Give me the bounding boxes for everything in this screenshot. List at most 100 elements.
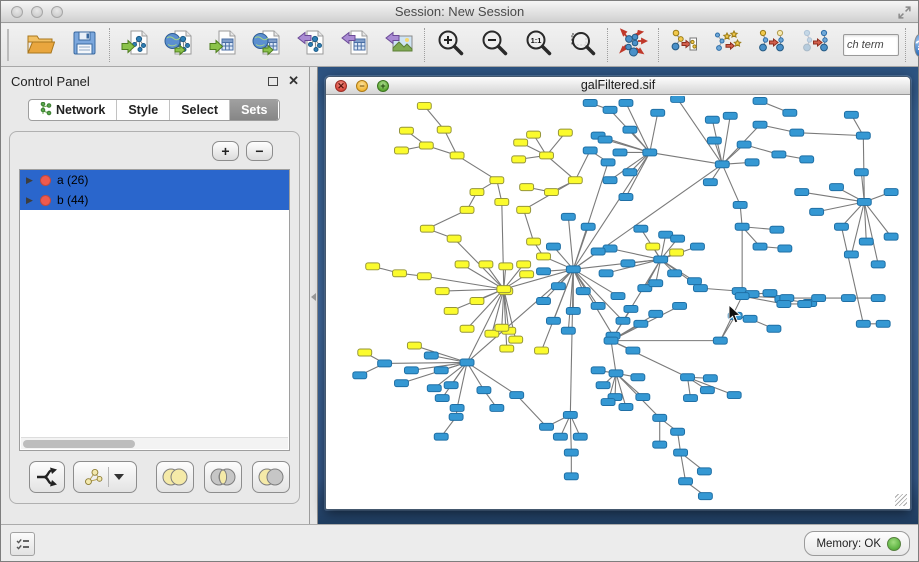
apply-preferred-layout-icon xyxy=(618,28,648,63)
tab-sets[interactable]: Sets xyxy=(230,100,278,120)
zoom-out-button[interactable] xyxy=(476,27,512,63)
graph-node xyxy=(517,206,531,213)
sets-actions xyxy=(10,459,299,495)
graph-node xyxy=(753,121,767,128)
frame-maximize-icon[interactable]: + xyxy=(377,80,389,92)
new-network-selected-nodes-all-edges-button[interactable] xyxy=(754,27,790,63)
graph-node xyxy=(810,208,824,215)
graph-node xyxy=(631,374,645,381)
graph-node xyxy=(684,395,698,402)
new-network-from-selection-file-button[interactable] xyxy=(666,27,702,63)
split-sets-button[interactable] xyxy=(29,461,65,493)
fullscreen-icon[interactable] xyxy=(897,5,912,20)
network-graph[interactable] xyxy=(327,96,909,508)
tab-style[interactable]: Style xyxy=(117,100,170,120)
graph-node xyxy=(404,367,418,374)
tab-select[interactable]: Select xyxy=(170,100,230,120)
zoom-fit-selected-button[interactable] xyxy=(564,27,600,63)
graph-node xyxy=(812,295,826,302)
save-session-button[interactable] xyxy=(66,27,102,63)
frame-minimize-icon[interactable]: − xyxy=(356,80,368,92)
graph-node xyxy=(830,184,844,191)
graph-node xyxy=(509,336,523,343)
tab-network[interactable]: Network xyxy=(29,100,117,120)
graph-node xyxy=(393,270,407,277)
graph-node xyxy=(420,225,434,232)
import-network-file-icon xyxy=(120,28,150,63)
import-table-url-icon xyxy=(252,28,282,63)
import-table-file-button[interactable] xyxy=(205,27,241,63)
horizontal-scrollbar[interactable] xyxy=(21,437,288,449)
import-network-file-button[interactable] xyxy=(117,27,153,63)
window-titlebar[interactable]: Session: New Session xyxy=(1,1,918,23)
graph-node xyxy=(540,152,554,159)
union-sets-button[interactable] xyxy=(156,461,194,493)
expand-triangle-icon[interactable]: ▶ xyxy=(26,195,40,206)
export-image-button[interactable] xyxy=(381,27,417,63)
set-row[interactable]: ▶ a (26) xyxy=(20,170,289,190)
help-button[interactable]: ? xyxy=(914,34,919,57)
network-frame-titlebar[interactable]: ✕ − + galFiltered.sif xyxy=(326,77,910,95)
graph-node xyxy=(520,184,534,191)
graph-node xyxy=(671,96,685,102)
collapse-panel-icon[interactable] xyxy=(311,293,316,301)
graph-node xyxy=(681,374,695,381)
graph-node xyxy=(626,347,640,354)
create-set-menu-button[interactable] xyxy=(73,461,137,493)
zoom-actual-size-button[interactable]: 1:1 xyxy=(520,27,556,63)
new-network-selected-nodes-selected-edges-button[interactable] xyxy=(798,27,834,63)
scrollbar-thumb[interactable] xyxy=(23,440,135,448)
zoom-in-button[interactable] xyxy=(432,27,468,63)
open-session-button[interactable] xyxy=(22,27,58,63)
graph-node xyxy=(609,370,623,377)
search-input[interactable] xyxy=(843,34,899,56)
graph-node xyxy=(698,493,712,500)
remove-set-button[interactable]: − xyxy=(246,141,273,161)
maximize-window-icon[interactable] xyxy=(51,6,63,18)
panel-divider[interactable] xyxy=(310,67,318,524)
traffic-lights[interactable] xyxy=(11,6,63,18)
network-desktop: ✕ − + galFiltered.sif xyxy=(318,67,918,524)
close-window-icon[interactable] xyxy=(11,6,23,18)
select-first-neighbors-icon xyxy=(713,28,743,63)
memory-status-label: Memory: OK xyxy=(816,538,881,550)
minimize-window-icon[interactable] xyxy=(31,6,43,18)
graph-node xyxy=(434,433,448,440)
select-first-neighbors-button[interactable] xyxy=(710,27,746,63)
memory-status-button[interactable]: Memory: OK xyxy=(804,531,910,556)
toolbar-drag-handle[interactable] xyxy=(7,29,9,61)
graph-node xyxy=(651,109,665,116)
graph-node xyxy=(455,261,469,268)
graph-node xyxy=(512,156,526,163)
import-network-url-button[interactable] xyxy=(161,27,197,63)
export-network-button[interactable] xyxy=(293,27,329,63)
import-table-url-button[interactable] xyxy=(249,27,285,63)
set-label: b (44) xyxy=(57,193,88,207)
network-frame[interactable]: ✕ − + galFiltered.sif xyxy=(325,76,911,510)
float-panel-icon[interactable] xyxy=(268,77,278,86)
apply-preferred-layout-button[interactable] xyxy=(615,27,651,63)
difference-sets-button[interactable] xyxy=(252,461,290,493)
export-table-button[interactable] xyxy=(337,27,373,63)
add-set-button[interactable]: + xyxy=(212,141,239,161)
cytoscape-window: Session: New Session 1:1 ? Control Panel… xyxy=(0,0,919,562)
network-canvas[interactable] xyxy=(327,96,909,508)
graph-node xyxy=(733,201,747,208)
graph-node xyxy=(444,307,458,314)
set-row[interactable]: ▶ b (44) xyxy=(20,190,289,210)
split-arrows-icon xyxy=(34,464,60,490)
close-panel-icon[interactable]: ✕ xyxy=(288,76,299,86)
frame-close-icon[interactable]: ✕ xyxy=(335,80,347,92)
expand-triangle-icon[interactable]: ▶ xyxy=(26,175,40,186)
graph-node xyxy=(643,149,657,156)
intersect-sets-button[interactable] xyxy=(204,461,242,493)
control-panel: Control Panel ✕ NetworkStyleSelectSets +… xyxy=(1,67,310,524)
set-label: a (26) xyxy=(57,173,88,187)
graph-node xyxy=(591,302,605,309)
resize-grip[interactable] xyxy=(895,494,907,506)
task-history-button[interactable] xyxy=(10,532,35,556)
graph-node xyxy=(653,441,667,448)
graph-node xyxy=(703,375,717,382)
graph-node xyxy=(407,342,421,349)
graph-node xyxy=(613,149,627,156)
